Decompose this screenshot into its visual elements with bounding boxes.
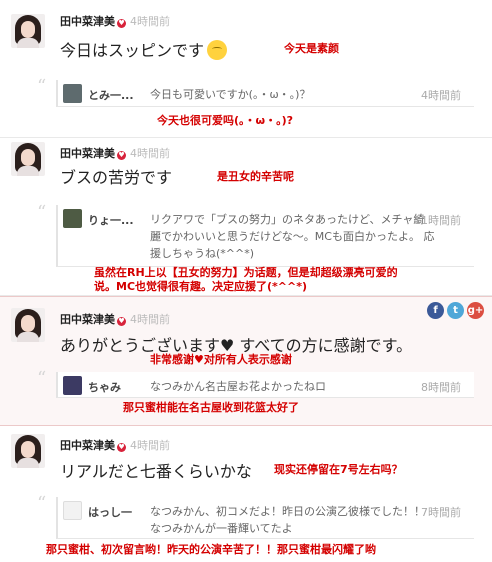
verified-heart-icon: ♥ [117, 443, 126, 452]
author-name[interactable]: 田中菜津美 [60, 147, 115, 160]
smiley-emoji-icon [207, 40, 228, 60]
comment[interactable]: はっし一 なつみかん、初コメだよ！昨日の公演乙彼様でした！！なつみかんが一番輝い… [56, 497, 474, 539]
author-avatar[interactable] [11, 308, 45, 342]
author-avatar[interactable] [11, 14, 45, 48]
post-translation: 现实还停留在7号左右吗？ [274, 463, 403, 476]
twitter-share-icon[interactable]: t [447, 302, 464, 319]
comment[interactable]: とみ一... 今日も可愛いですか(。・ω・。)？ 4時間前 [56, 80, 474, 107]
googleplus-share-icon[interactable]: g+ [467, 302, 484, 319]
post-time: 4時間前 [130, 15, 170, 28]
post-translation: 是丑女的辛苦呢 [217, 170, 294, 183]
post-translation: 今天是素颜 [284, 42, 339, 55]
comment-time: 7時間前 [421, 506, 461, 519]
verified-heart-icon: ♥ [117, 317, 126, 326]
commenter-avatar[interactable] [63, 84, 82, 103]
verified-heart-icon: ♥ [117, 19, 126, 28]
comment[interactable]: りょ一... リクアワで「ブスの努力」のネタあったけど、メチャ綺麗でかわいいと思… [56, 205, 474, 267]
post-message: リアルだと七番くらいかな [60, 462, 252, 481]
comment-time: 11時間前 [414, 214, 461, 227]
post-time: 4時間前 [130, 439, 170, 452]
post-4: 田中菜津美 ♥ 4時間前 リアルだと七番くらいかな 现实还停留在7号左右吗？ “ は… [0, 427, 492, 562]
post-message: ブスの苦労です [60, 168, 173, 187]
author-avatar[interactable] [11, 142, 45, 176]
comment-translation: 那只蜜柑能在名古屋收到花篮太好了 [123, 401, 299, 414]
comment-time: 4時間前 [421, 89, 461, 102]
quote-icon: “ [37, 202, 47, 223]
post-message-row: 今日はスッピンです [60, 37, 228, 61]
commenter-name[interactable]: りょ一... [88, 212, 134, 228]
post-1: 田中菜津美 ♥ 4時間前 今日はスッピンです 今天是素颜 “ とみ一... 今日も可… [0, 0, 492, 137]
comment-time: 8時間前 [421, 381, 461, 394]
comment[interactable]: ちゃみ なつみかん名古屋お花よかったねロ 8時間前 [56, 372, 474, 398]
author-name[interactable]: 田中菜津美 [60, 313, 115, 326]
author-line: 田中菜津美 ♥ 4時間前 [60, 437, 170, 453]
post-translation: 非常感谢♥对所有人表示感谢 [150, 353, 292, 366]
quote-icon: “ [37, 76, 47, 97]
post-message: 今日はスッピンです [60, 41, 205, 60]
commenter-avatar[interactable] [63, 209, 82, 228]
comment-text: リクアワで「ブスの努力」のネタあったけど、メチャ綺麗でかわいいと思うだけどな〜。… [150, 213, 435, 260]
commenter-avatar[interactable] [63, 501, 82, 520]
post-3: 田中菜津美 ♥ 4時間前 ありがとうございます♥ すべての方に感謝です。 非常感谢♥… [0, 296, 492, 426]
comment-text: なつみかん名古屋お花よかったねロ [150, 380, 326, 393]
post-2: 田中菜津美 ♥ 4時間前 ブスの苦労です 是丑女的辛苦呢 “ りょ一... リクアワ… [0, 138, 492, 294]
comment-text: なつみかん、初コメだよ！昨日の公演乙彼様でした！！なつみかんが一番輝いてたよ [150, 505, 425, 535]
verified-heart-icon: ♥ [117, 151, 126, 160]
quote-icon: “ [37, 493, 47, 514]
post-time: 4時間前 [130, 147, 170, 160]
commenter-name[interactable]: とみ一... [88, 87, 134, 103]
facebook-share-icon[interactable]: f [427, 302, 444, 319]
author-avatar[interactable] [11, 434, 45, 468]
author-line: 田中菜津美 ♥ 4時間前 [60, 145, 170, 161]
author-name[interactable]: 田中菜津美 [60, 439, 115, 452]
author-name[interactable]: 田中菜津美 [60, 15, 115, 28]
commenter-name[interactable]: はっし一 [88, 504, 132, 520]
comment-translation: 那只蜜柑、初次留言哟！昨天的公演辛苦了！！那只蜜柑最闪耀了哟 [46, 543, 376, 556]
author-line: 田中菜津美 ♥ 4時間前 [60, 13, 170, 29]
post-time: 4時間前 [130, 313, 170, 326]
author-line: 田中菜津美 ♥ 4時間前 [60, 311, 170, 327]
quote-icon: “ [37, 368, 47, 389]
commenter-name[interactable]: ちゃみ [88, 379, 121, 395]
commenter-avatar[interactable] [63, 376, 82, 395]
comment-translation: 虽然在RH上以【丑女的努力】为话题，但是却超级漂亮可爱的说。MC也觉得很有趣。决… [94, 266, 398, 293]
comment-text: 今日も可愛いですか(。・ω・。)？ [150, 88, 311, 101]
comment-translation: 今天也很可爱吗(。・ω・。)? [157, 114, 293, 127]
